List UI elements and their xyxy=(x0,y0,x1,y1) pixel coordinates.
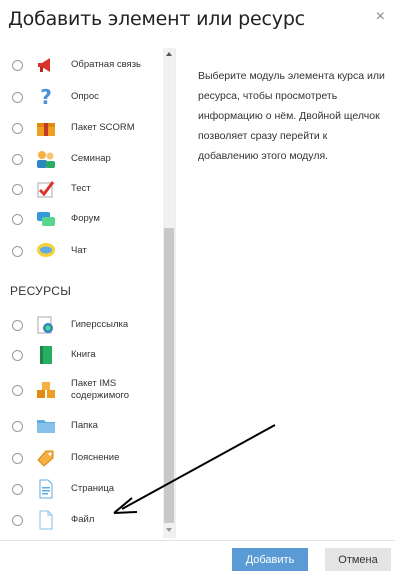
list-item-folder[interactable]: Папка xyxy=(8,411,168,441)
radio-button[interactable] xyxy=(12,384,23,396)
forum-icon xyxy=(35,208,57,230)
item-label: Гиперссылка xyxy=(71,319,129,330)
radio-button[interactable] xyxy=(12,213,23,225)
item-label: Папка xyxy=(71,420,98,431)
module-list: Обратная связь ? Опрос Пакет SCORM Семин… xyxy=(8,48,176,538)
page-icon xyxy=(35,478,57,500)
package-icon xyxy=(35,117,57,139)
item-label: Пакет SCORM xyxy=(71,122,135,133)
item-label: Пакет IMS содержимого xyxy=(71,378,130,401)
question-icon: ? xyxy=(35,86,57,108)
radio-button[interactable] xyxy=(12,319,23,331)
scroll-up-arrow-icon[interactable] xyxy=(166,52,172,56)
list-item-url[interactable]: Гиперссылка xyxy=(8,310,168,340)
item-label: Пояснение xyxy=(71,452,120,463)
radio-button[interactable] xyxy=(12,245,23,257)
ims-package-icon xyxy=(35,379,57,401)
radio-button[interactable] xyxy=(12,183,23,195)
radio-button[interactable] xyxy=(12,420,23,432)
item-label: Страница xyxy=(71,483,115,494)
folder-icon xyxy=(35,415,57,437)
list-scrollbar[interactable] xyxy=(163,48,175,538)
book-icon xyxy=(35,344,57,366)
module-info-text: Выберите модуль элемента курса или ресур… xyxy=(198,70,385,162)
list-item-file[interactable]: Файл xyxy=(8,505,168,535)
radio-button[interactable] xyxy=(12,59,23,71)
globe-link-icon xyxy=(35,314,57,336)
radio-button[interactable] xyxy=(12,483,23,495)
item-label: Чат xyxy=(71,245,87,256)
scroll-down-arrow-icon[interactable] xyxy=(166,528,172,532)
item-label: Опрос xyxy=(71,91,99,102)
chat-icon xyxy=(35,240,57,262)
cancel-button[interactable]: Отмена xyxy=(325,548,391,571)
label-tag-icon xyxy=(35,447,57,469)
radio-button[interactable] xyxy=(12,153,23,165)
checkmark-icon xyxy=(35,178,57,200)
add-button[interactable]: Добавить xyxy=(232,548,308,571)
list-item-scorm[interactable]: Пакет SCORM xyxy=(8,113,168,143)
list-item-ims[interactable]: Пакет IMS содержимого xyxy=(8,371,168,409)
item-label: Файл xyxy=(71,514,95,525)
scroll-thumb[interactable] xyxy=(164,228,174,523)
list-item-book[interactable]: Книга xyxy=(8,340,168,370)
dialog-title: Добавить элемент или ресурс xyxy=(8,8,305,30)
radio-button[interactable] xyxy=(12,452,23,464)
list-item-quiz[interactable]: Тест xyxy=(8,174,168,204)
svg-text:?: ? xyxy=(40,87,52,107)
list-item-feedback[interactable]: Обратная связь xyxy=(8,50,168,80)
item-label: Обратная связь xyxy=(71,59,141,70)
file-icon xyxy=(35,509,57,531)
footer-divider xyxy=(0,540,395,541)
list-item-choice[interactable]: ? Опрос xyxy=(8,82,168,112)
list-item-chat[interactable]: Чат xyxy=(8,236,168,266)
radio-button[interactable] xyxy=(12,349,23,361)
item-label: Форум xyxy=(71,213,100,224)
list-item-workshop[interactable]: Семинар xyxy=(8,144,168,174)
close-icon[interactable]: × xyxy=(376,8,385,26)
item-label: Книга xyxy=(71,349,96,360)
list-item-forum[interactable]: Форум xyxy=(8,204,168,234)
list-item-label[interactable]: Пояснение xyxy=(8,443,168,473)
megaphone-icon xyxy=(35,54,57,76)
radio-button[interactable] xyxy=(12,91,23,103)
resources-section-title: РЕСУРСЫ xyxy=(10,284,72,298)
radio-button[interactable] xyxy=(12,514,23,526)
radio-button[interactable] xyxy=(12,122,23,134)
workshop-icon xyxy=(35,148,57,170)
item-label: Тест xyxy=(71,183,91,194)
list-item-page[interactable]: Страница xyxy=(8,474,168,504)
item-label: Семинар xyxy=(71,153,111,164)
